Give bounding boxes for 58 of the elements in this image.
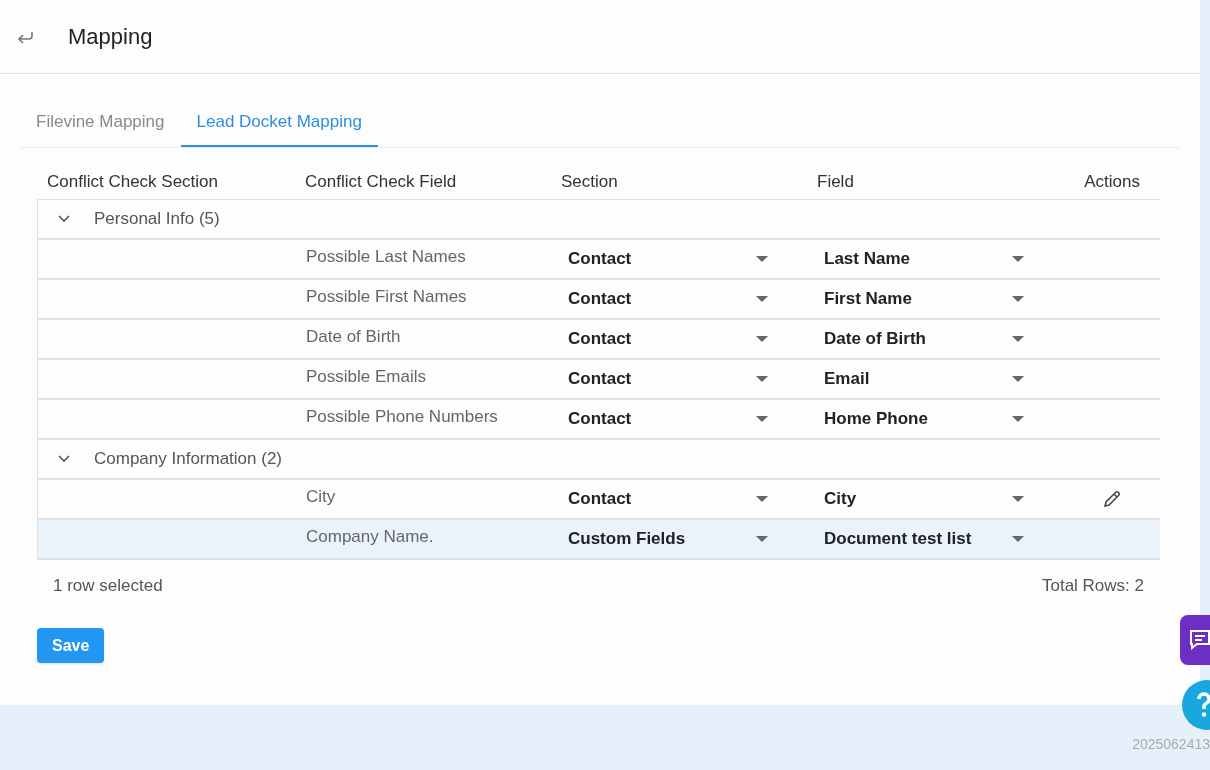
table-cell-text: Possible Emails: [305, 366, 427, 389]
dropdown-caret-icon: [1012, 296, 1024, 302]
chevron-icon[interactable]: [58, 455, 70, 463]
dropdown-caret-icon: [1012, 496, 1024, 502]
field-dropdown[interactable]: First Name: [808, 286, 1064, 312]
page-title: Mapping: [68, 23, 153, 51]
dropdown-caret-icon: [1012, 256, 1024, 262]
section-dropdown[interactable]: Contact: [552, 246, 808, 272]
dropdown-caret-icon: [1012, 416, 1024, 422]
dropdown-caret-icon: [756, 536, 768, 542]
pencil-icon[interactable]: [1103, 490, 1121, 508]
dropdown-caret-icon: [1012, 536, 1024, 542]
dropdown-caret-icon: [756, 496, 768, 502]
column-header: Field: [816, 170, 855, 193]
section-dropdown[interactable]: Contact: [552, 486, 808, 512]
chevron-icon[interactable]: [58, 215, 70, 223]
dropdown-caret-icon: [756, 336, 768, 342]
group-label: Company Information (2): [94, 448, 283, 471]
table-row[interactable]: Company Name. Custom Fields Document test list: [38, 520, 1160, 560]
field-dropdown[interactable]: Last Name: [808, 246, 1064, 272]
column-header: Section: [560, 170, 619, 193]
table-cell-text: Date of Birth: [305, 326, 402, 349]
section-dropdown[interactable]: Contact: [552, 326, 808, 352]
field-dropdown[interactable]: Email: [808, 366, 1064, 392]
section-dropdown[interactable]: Contact: [552, 406, 808, 432]
dropdown-caret-icon: [1012, 336, 1024, 342]
table-cell-text: Possible First Names: [305, 286, 468, 309]
dropdown-caret-icon: [756, 256, 768, 262]
selection-count: 1 row selected: [53, 575, 163, 598]
column-header: Conflict Check Section: [46, 170, 220, 193]
field-dropdown[interactable]: Home Phone: [808, 406, 1064, 432]
table-cell-text: Possible Phone Numbers: [305, 406, 499, 429]
chat-button[interactable]: [1180, 615, 1210, 665]
table-cell-text: City: [305, 486, 337, 509]
table-row[interactable]: Date of Birth Contact Date of Birth: [38, 320, 1160, 360]
field-dropdown[interactable]: Date of Birth: [808, 326, 1064, 352]
dropdown-caret-icon: [1012, 376, 1024, 382]
dropdown-caret-icon: [756, 376, 768, 382]
table-row[interactable]: Possible Last Names Contact Last Name: [38, 240, 1160, 280]
total-rows: Total Rows: 2: [1041, 573, 1144, 599]
table-row[interactable]: Possible Phone Numbers Contact Home Phone: [38, 400, 1160, 440]
table-row[interactable]: Possible Emails Contact Email: [38, 360, 1160, 400]
section-dropdown[interactable]: Contact: [552, 286, 808, 312]
table-cell-text: Possible Last Names: [305, 246, 467, 269]
field-dropdown[interactable]: Document test list: [808, 526, 1064, 552]
section-dropdown[interactable]: Custom Fields: [552, 526, 808, 552]
column-header: Conflict Check Field: [304, 170, 458, 193]
column-header: Actions: [1083, 170, 1141, 193]
help-icon: [1196, 692, 1210, 718]
dropdown-caret-icon: [756, 416, 768, 422]
field-dropdown[interactable]: City: [808, 486, 1064, 512]
dropdown-caret-icon: [756, 296, 768, 302]
table-cell-text: Company Name.: [305, 526, 435, 549]
table-row[interactable]: Possible First Names Contact First Name: [38, 280, 1160, 320]
chat-icon: [1188, 629, 1210, 651]
section-dropdown[interactable]: Contact: [552, 366, 808, 392]
version-label: 2025062413: [1132, 735, 1210, 754]
group-label: Personal Info (5): [94, 208, 220, 231]
